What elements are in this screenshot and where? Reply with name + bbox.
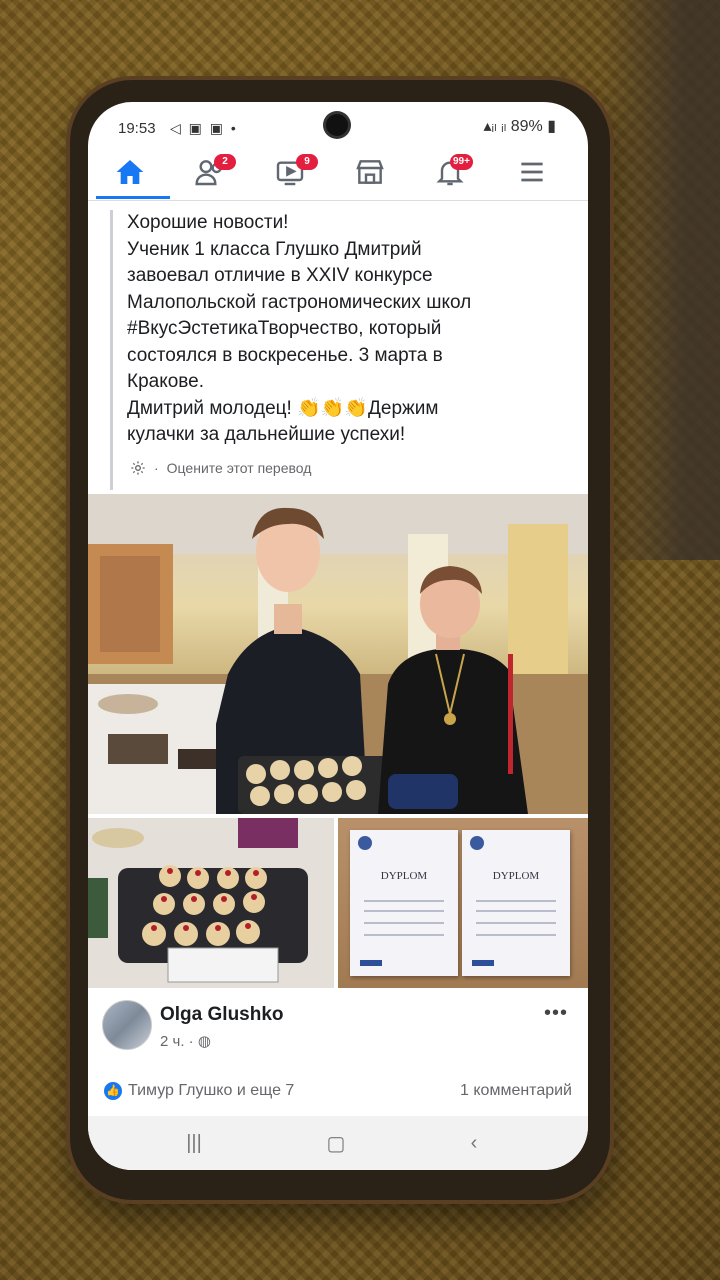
background-shadow [600, 0, 720, 560]
post-line: Хорошие новости! [127, 212, 289, 233]
menu-icon[interactable] [502, 152, 562, 192]
post-line: Дмитрий молодец! 👏👏👏Держим [127, 397, 439, 419]
comments-count[interactable]: 1 комментарий [460, 1082, 572, 1100]
post-photo-dessert[interactable] [88, 818, 334, 988]
diploma-left: DYPLOM [350, 830, 458, 976]
facebook-nav-bar: 2 9 99+ [88, 146, 588, 201]
phone-frame: 19:53 ◁ ▣ ▣ • ▴ᵢₗ ᵢₗ 89% ▮ 2 9 99+ Хорош… [70, 80, 610, 1200]
rate-translation[interactable]: · Оцените этот перевод [130, 460, 311, 476]
reactions-text[interactable]: Тимур Глушко и еще 7 [128, 1082, 294, 1100]
battery-level: 89% [510, 118, 543, 135]
gear-icon [131, 461, 145, 475]
post-line: состоялся в воскресенье. 3 марта в [127, 344, 443, 366]
home-button-icon[interactable]: ▢ [306, 1126, 366, 1160]
system-nav-bar: ||| ▢ ‹ [88, 1116, 588, 1170]
diploma-logo [360, 960, 382, 966]
watch-icon[interactable]: 9 [260, 152, 320, 192]
post-line: Малопольской гастрономических школ [127, 291, 472, 313]
post-line: #ВкусЭстетикаТворчество, который [127, 318, 442, 339]
author-name[interactable]: Olga Glushko [160, 1004, 284, 1026]
post-line: кулачки за дальнейшие успехи! [127, 424, 406, 445]
notifications-badge: 99+ [450, 154, 473, 170]
diploma-line [364, 900, 444, 902]
battery-icon: ▮ [547, 118, 556, 135]
like-icon: 👍 [104, 1082, 122, 1100]
post-author-row: Olga Glushko 2 ч. · ◍ ••• [88, 994, 588, 1074]
post-line: завоевал отличие в XXIV конкурсе [127, 265, 433, 286]
active-tab-indicator [96, 196, 170, 199]
back-icon[interactable]: ‹ [444, 1126, 504, 1160]
rate-translation-label: Оцените этот перевод [166, 460, 312, 476]
friends-icon[interactable]: 2 [180, 152, 240, 192]
diploma-right-title: DYPLOM [492, 870, 540, 882]
diploma-line [364, 922, 444, 924]
watch-badge: 9 [296, 154, 318, 170]
friends-badge: 2 [214, 154, 236, 170]
phone-screen: 19:53 ◁ ▣ ▣ • ▴ᵢₗ ᵢₗ 89% ▮ 2 9 99+ Хорош… [88, 102, 588, 1170]
post-line: Ученик 1 класса Глушко Дмитрий [127, 238, 422, 260]
reactions-bar: 👍 Тимур Глушко и еще 7 1 комментарий [88, 1076, 588, 1116]
more-options-icon[interactable]: ••• [544, 1002, 568, 1025]
globe-icon: ◍ [197, 1033, 211, 1050]
status-bar: 19:53 ◁ ▣ ▣ • ▴ᵢₗ ᵢₗ 89% ▮ [88, 102, 588, 146]
recent-apps-icon[interactable]: ||| [164, 1126, 224, 1160]
diploma-seal-icon [470, 836, 484, 850]
post-photo-main[interactable] [88, 494, 588, 814]
diploma-logo [472, 960, 494, 966]
diploma-line [476, 900, 556, 902]
diploma-line [476, 910, 556, 912]
rate-translation-dot: · [154, 460, 159, 476]
post-photo-diplomas[interactable]: DYPLOM DYPLOM [338, 818, 588, 988]
diploma-right: DYPLOM [462, 830, 570, 976]
diploma-line [364, 910, 444, 912]
avatar[interactable] [102, 1000, 152, 1050]
diploma-line [476, 922, 556, 924]
post-time: 2 ч. · ◍ [160, 1032, 211, 1050]
post-time-label: 2 ч. · [160, 1033, 198, 1050]
home-icon[interactable] [100, 152, 160, 192]
diploma-seal-icon [358, 836, 372, 850]
post-line: Кракове. [127, 371, 205, 392]
status-right: ▴ᵢₗ ᵢₗ 89% ▮ [483, 116, 556, 136]
status-notification-icons: ◁ ▣ ▣ • [170, 120, 238, 136]
marketplace-icon[interactable] [340, 152, 400, 192]
bell-icon[interactable]: 99+ [420, 152, 480, 192]
post-text: Хорошие новости! Ученик 1 класса Глушко … [110, 210, 578, 490]
diploma-left-title: DYPLOM [380, 870, 428, 882]
diploma-line [476, 934, 556, 936]
status-time: 19:53 [118, 120, 156, 137]
signal-icon: ▴ᵢₗ ᵢₗ [483, 118, 511, 135]
diploma-line [364, 934, 444, 936]
